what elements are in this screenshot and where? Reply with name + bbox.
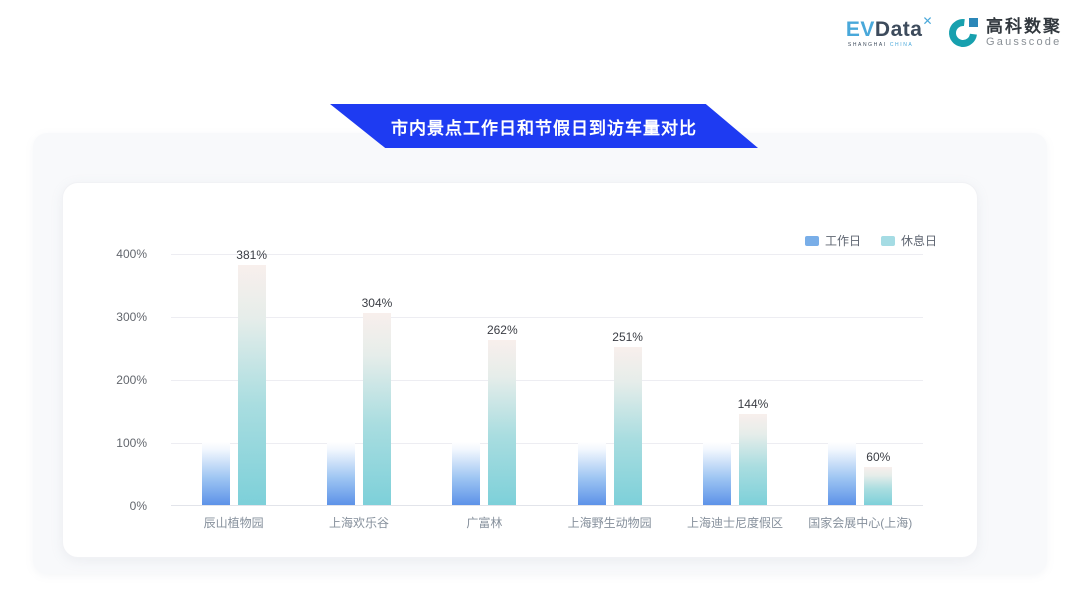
bar-holiday: 304% <box>363 313 391 505</box>
bar-group: 144% <box>672 254 797 505</box>
legend-item-workday[interactable]: 工作日 <box>805 232 861 249</box>
bar-holiday: 144% <box>739 414 767 505</box>
chart-card: 工作日 休息日 0% 100% 200% 300% 400% 381% 304% 262% 25… <box>62 182 978 558</box>
bar-value-label: 381% <box>220 248 284 262</box>
x-axis-label: 上海野生动物园 <box>547 514 672 531</box>
x-axis-label: 上海欢乐谷 <box>296 514 421 531</box>
bar-workday <box>327 442 355 505</box>
evdata-data-text: Data <box>875 18 923 41</box>
y-axis-label: 400% <box>116 247 147 261</box>
evdata-x-icon: ✕ <box>922 14 933 28</box>
bar-groups: 381% 304% 262% 251% 144% 60% <box>171 254 923 505</box>
evdata-logo: EVData✕ SHANGHAI CHINA <box>846 19 933 48</box>
bar-holiday: 251% <box>614 347 642 505</box>
bar-group: 60% <box>798 254 923 505</box>
y-axis-label: 0% <box>130 499 147 513</box>
chart-legend: 工作日 休息日 <box>805 232 937 249</box>
bar-value-label: 144% <box>721 397 785 411</box>
evdata-ev-text: EV <box>846 18 875 41</box>
bar-value-label: 262% <box>470 323 534 337</box>
evdata-subtext: SHANGHAI CHINA <box>846 43 933 48</box>
bar-holiday: 381% <box>238 265 266 505</box>
gausscode-logo: 高科数聚 Gausscode <box>949 18 1062 48</box>
bar-workday <box>202 442 230 505</box>
bar-workday <box>578 442 606 505</box>
x-axis-label: 广富林 <box>422 514 547 531</box>
bar-holiday: 60% <box>864 467 892 505</box>
page-title: 市内景点工作日和节假日到访车量对比 <box>391 114 697 139</box>
x-axis-label: 上海迪士尼度假区 <box>672 514 797 531</box>
bar-group: 304% <box>296 254 421 505</box>
gausscode-cn-name: 高科数聚 <box>986 18 1062 35</box>
bar-value-label: 251% <box>596 330 660 344</box>
bar-group: 262% <box>422 254 547 505</box>
chart-outer-panel: 工作日 休息日 0% 100% 200% 300% 400% 381% 304% 262% 25… <box>33 133 1047 574</box>
bar-group: 251% <box>547 254 672 505</box>
gausscode-en-name: Gausscode <box>986 37 1062 48</box>
x-axis-label: 辰山植物园 <box>171 514 296 531</box>
legend-label: 休息日 <box>901 232 937 249</box>
x-axis: 辰山植物园上海欢乐谷广富林上海野生动物园上海迪士尼度假区国家会展中心(上海) <box>171 514 923 531</box>
legend-item-holiday[interactable]: 休息日 <box>881 232 937 249</box>
y-axis-label: 300% <box>116 310 147 324</box>
bar-group: 381% <box>171 254 296 505</box>
y-axis-label: 100% <box>116 436 147 450</box>
legend-swatch-holiday <box>881 236 895 246</box>
y-axis-label: 200% <box>116 373 147 387</box>
bar-value-label: 304% <box>345 296 409 310</box>
plot-area: 381% 304% 262% 251% 144% 60% <box>171 254 923 506</box>
bar-value-label: 60% <box>846 450 910 464</box>
legend-swatch-workday <box>805 236 819 246</box>
bar-holiday: 262% <box>488 340 516 505</box>
evdata-wordmark: EVData✕ <box>846 19 933 40</box>
bar-workday <box>452 442 480 505</box>
legend-label: 工作日 <box>825 232 861 249</box>
x-axis-label: 国家会展中心(上海) <box>798 514 923 531</box>
bar-workday <box>703 442 731 505</box>
title-banner: 市内景点工作日和节假日到访车量对比 <box>330 104 758 148</box>
y-axis: 0%100%200%300%400% <box>63 254 159 506</box>
gausscode-g-icon <box>949 18 979 48</box>
header-logos: EVData✕ SHANGHAI CHINA 高科数聚 Gausscode <box>846 18 1062 48</box>
